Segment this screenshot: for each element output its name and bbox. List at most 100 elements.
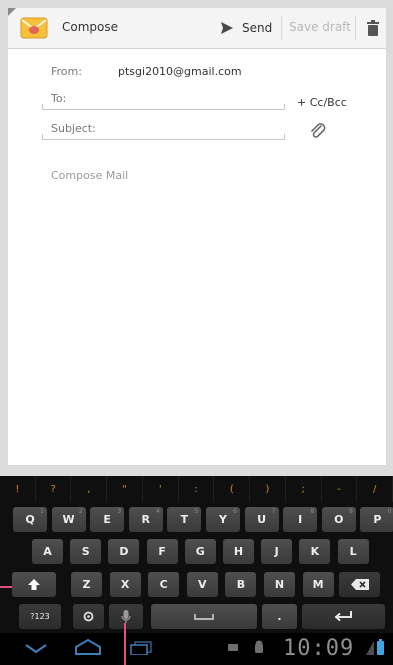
symbol-key[interactable]: , <box>71 476 108 502</box>
key-l[interactable]: L <box>337 539 369 564</box>
key-g[interactable]: G <box>184 539 216 564</box>
symbol-key[interactable]: - <box>322 476 358 502</box>
key-t[interactable]: T5 <box>167 507 202 532</box>
attachment-icon[interactable] <box>309 122 327 140</box>
key-o[interactable]: O9 <box>321 507 356 532</box>
enter-icon <box>334 611 352 622</box>
key-hint: 6 <box>233 508 237 515</box>
key-e[interactable]: E3 <box>90 507 125 532</box>
key-b[interactable]: B <box>225 572 257 597</box>
key-label: V <box>198 578 207 591</box>
gmail-envelope-icon[interactable] <box>20 15 48 41</box>
shift-key[interactable] <box>12 572 56 597</box>
action-bar: Compose Send Save draft <box>8 8 386 49</box>
symbols-key[interactable]: ?123 <box>19 604 61 629</box>
clock: 10:09 <box>283 636 355 661</box>
to-placeholder: To: <box>51 92 67 105</box>
save-draft-button[interactable]: Save draft <box>289 20 351 34</box>
key-label: J <box>274 545 279 558</box>
annotation-marker <box>0 586 12 588</box>
symbol-key[interactable]: ) <box>250 476 286 502</box>
key-label: A <box>43 545 52 558</box>
key-h[interactable]: H <box>223 539 254 564</box>
key-x[interactable]: X <box>109 572 141 597</box>
key-label: L <box>349 545 357 558</box>
keyboard-row-4: ?123 . <box>0 604 393 629</box>
send-icon <box>221 22 233 34</box>
key-hint: 4 <box>155 508 160 515</box>
key-label: B <box>236 578 246 591</box>
from-label: From: <box>51 65 82 78</box>
from-account[interactable]: ptsgi2010@gmail.com <box>118 65 242 78</box>
symbol-key[interactable]: " <box>107 476 143 502</box>
backspace-key[interactable] <box>339 572 380 597</box>
key-m[interactable]: M <box>302 572 334 597</box>
microphone-icon <box>121 609 131 623</box>
compose-title: Compose <box>62 20 119 34</box>
key-s[interactable]: S <box>70 539 102 564</box>
send-button[interactable]: Send <box>220 14 272 42</box>
key-label: X <box>120 578 130 591</box>
key-hint: 2 <box>78 508 83 515</box>
key-w[interactable]: W2 <box>51 507 86 532</box>
back-icon[interactable] <box>25 644 47 654</box>
key-label: K <box>310 545 320 558</box>
key-hint: 8 <box>310 508 315 515</box>
key-q[interactable]: Q1 <box>13 507 47 532</box>
backspace-icon <box>350 579 369 590</box>
home-icon[interactable] <box>74 638 102 656</box>
key-label: G <box>195 545 205 558</box>
key-label: D <box>119 545 129 558</box>
key-hint: 3 <box>117 508 122 515</box>
android-debug-icon <box>255 640 263 653</box>
cc-bcc-button[interactable]: + Cc/Bcc <box>297 96 347 109</box>
key-label: S <box>81 545 90 558</box>
key-r[interactable]: R4 <box>128 507 163 532</box>
symbol-key[interactable]: ? <box>36 476 72 502</box>
key-hint: 9 <box>348 508 353 515</box>
key-label: C <box>159 578 168 591</box>
key-i[interactable]: I8 <box>283 507 318 532</box>
key-hint: 5 <box>194 508 199 515</box>
key-label: Y <box>219 513 227 526</box>
compose-form: From: ptsgi2010@gmail.com To: + Cc/Bcc S… <box>8 49 386 465</box>
compose-body[interactable]: Compose Mail <box>51 169 128 182</box>
period-key[interactable]: . <box>262 604 297 629</box>
recent-apps-icon[interactable] <box>130 641 152 655</box>
key-a[interactable]: A <box>32 539 63 564</box>
key-p[interactable]: P0 <box>360 507 393 532</box>
key-label: N <box>274 578 285 591</box>
trash-icon[interactable] <box>367 20 379 36</box>
key-n[interactable]: N <box>264 572 295 597</box>
symbol-key[interactable]: ' <box>143 476 179 502</box>
symbol-key[interactable]: ( <box>214 476 251 502</box>
key-label: W <box>62 513 75 526</box>
symbol-key[interactable]: ; <box>286 476 322 502</box>
settings-key[interactable] <box>73 604 104 629</box>
key-f[interactable]: F <box>146 539 178 564</box>
key-y[interactable]: Y6 <box>206 507 240 532</box>
subject-placeholder: Subject: <box>51 122 96 135</box>
to-field[interactable]: To: <box>42 88 285 110</box>
key-k[interactable]: K <box>299 539 331 564</box>
signal-icon <box>366 641 374 655</box>
subject-field[interactable]: Subject: <box>42 118 285 140</box>
key-j[interactable]: J <box>261 539 293 564</box>
key-c[interactable]: C <box>148 572 180 597</box>
key-v[interactable]: V <box>186 572 218 597</box>
key-label: Z <box>82 578 91 591</box>
key-u[interactable]: U7 <box>244 507 279 532</box>
key-hint: 7 <box>271 508 276 515</box>
space-key[interactable] <box>151 604 257 629</box>
symbol-key[interactable]: ! <box>0 476 36 502</box>
key-z[interactable]: Z <box>71 572 102 597</box>
divider <box>281 16 282 40</box>
symbol-key[interactable]: : <box>179 476 215 502</box>
key-d[interactable]: D <box>108 539 140 564</box>
symbol-key[interactable]: / <box>357 476 393 502</box>
space-icon <box>194 613 214 620</box>
enter-key[interactable] <box>302 604 385 629</box>
keyboard-row-2: ASDFGHJKL <box>0 539 393 564</box>
key-label: F <box>158 545 166 558</box>
voice-input-key[interactable] <box>109 604 143 629</box>
